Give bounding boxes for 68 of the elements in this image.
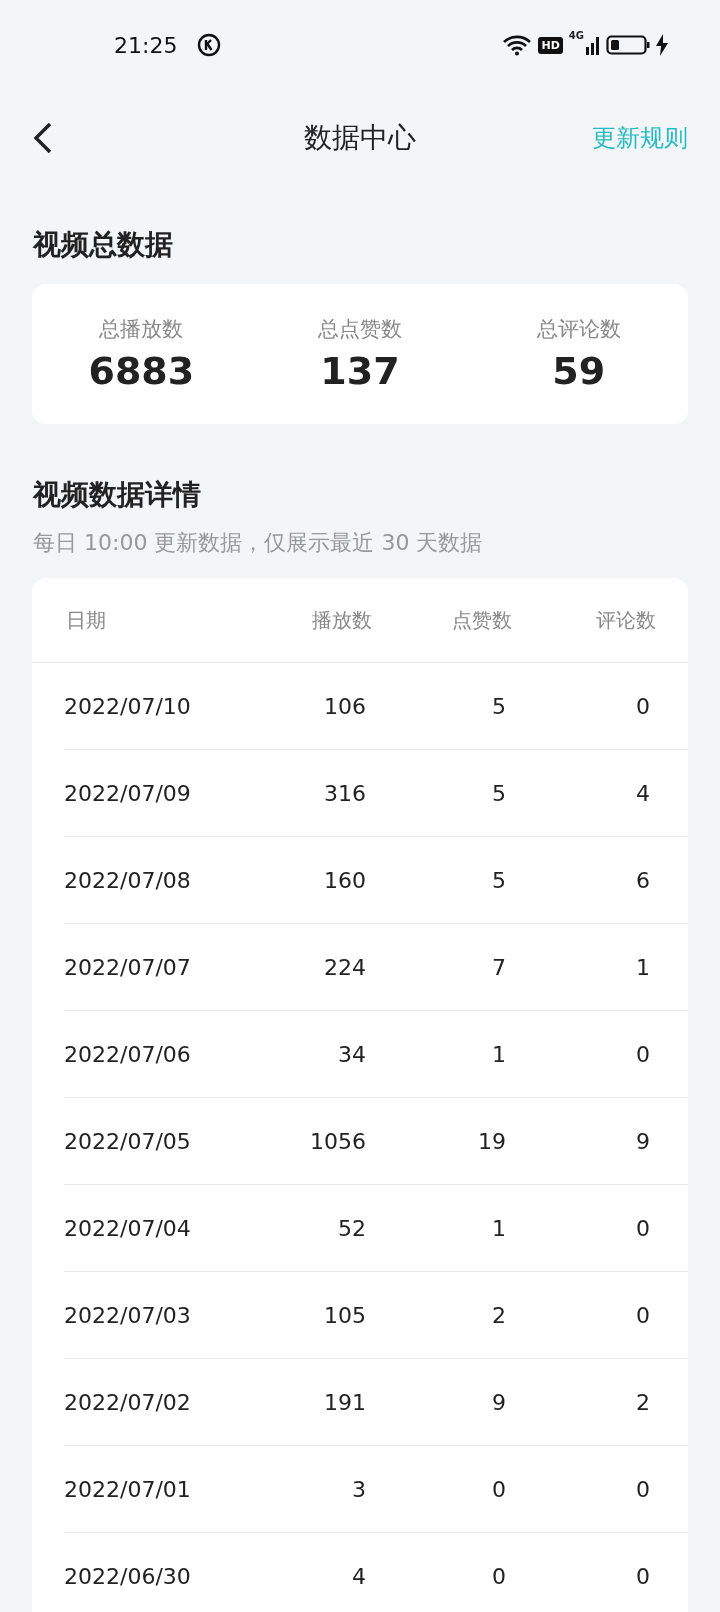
stat-value: 137 [320,349,400,393]
table-cell-text: 191 [323,1389,366,1415]
table-cell-text: 1056 [309,1128,366,1154]
table-cell-text: 2 [635,1389,650,1415]
table-cell-text: 19 [477,1128,506,1154]
table-cell-text: 1 [491,1215,506,1241]
hd-badge: HD [538,36,563,54]
table-cell-text: 5 [491,693,506,719]
table-cell-text: 106 [323,693,366,719]
table-cell-text: 2022/07/08 [64,867,192,893]
charging-bolt-icon [656,34,668,56]
table-cell-text: 1 [491,1041,506,1067]
table-cell-text: 105 [323,1302,366,1328]
table-cell-text: 4 [351,1563,366,1589]
table-cell-text: 0 [491,1476,506,1502]
update-rules-link[interactable]: 更新规则 [592,122,688,154]
table-cell-text: 0 [635,1215,650,1241]
network-label: 4G [568,30,584,41]
column-header: 评论数 [595,606,656,634]
table-cell-text: 0 [635,1041,650,1067]
column-header: 播放数 [311,606,372,634]
table-cell-text: 2022/07/09 [64,780,192,806]
column-header: 点赞数 [451,606,512,634]
table-cell-text: 52 [337,1215,366,1241]
table-cell-text: 5 [491,780,506,806]
table-cell-text: 2022/07/10 [64,693,192,719]
stat-label: 总评论数 [536,316,621,343]
table-cell-text: 9 [635,1128,650,1154]
k-circle-icon [197,33,222,57]
table-cell-text: 34 [337,1041,366,1067]
stat-value: 6883 [88,349,195,393]
section-title: 视频总数据 [31,227,174,263]
table-cell-text: 2022/07/06 [64,1041,192,1067]
table-cell-text: 3 [351,1476,366,1502]
stat-label: 总播放数 [99,316,184,343]
table-cell-text: 2022/07/03 [64,1302,192,1328]
table-cell-text: 2022/07/05 [64,1128,192,1154]
table-cell-text: 6 [635,867,650,893]
stat-label: 总点赞数 [318,316,402,343]
table-cell-text: 2022/07/02 [64,1389,192,1415]
table-cell-text: 1 [635,954,650,980]
column-header: 日期 [65,606,107,634]
table-cell-text: 316 [323,780,366,806]
table-cell-text: 0 [635,1476,650,1502]
table-cell-text: 2022/07/04 [64,1215,192,1241]
table-cell-text: 0 [635,693,650,719]
table-cell-text: 0 [491,1563,506,1589]
signal-icon [586,35,600,55]
page-title: 数据中心 [304,120,416,156]
table-cell-text: 2022/07/07 [64,954,192,980]
table-cell-text: 0 [635,1302,650,1328]
stat-value: 59 [552,349,606,393]
section-title: 视频数据详情 [31,477,202,513]
back-icon[interactable] [32,121,54,155]
table-cell-text: 160 [323,867,366,893]
status-time: 21:25 [114,32,178,58]
table-cell-text: 0 [635,1563,650,1589]
wifi-icon [502,34,533,56]
table-cell-text: 4 [635,780,650,806]
table-cell-text: 2 [491,1302,506,1328]
table-cell-text: 2022/06/30 [64,1563,192,1589]
table-cell-text: 7 [491,954,506,980]
table-cell-text: 224 [323,954,366,980]
table-cell-text: 2022/07/01 [64,1476,192,1502]
table-cell-text: 5 [491,867,506,893]
table-cell-text: 9 [491,1389,506,1415]
battery-icon [606,34,650,56]
section-subtitle: 每日 10:00 更新数据，仅展示最近 30 天数据 [32,529,484,557]
